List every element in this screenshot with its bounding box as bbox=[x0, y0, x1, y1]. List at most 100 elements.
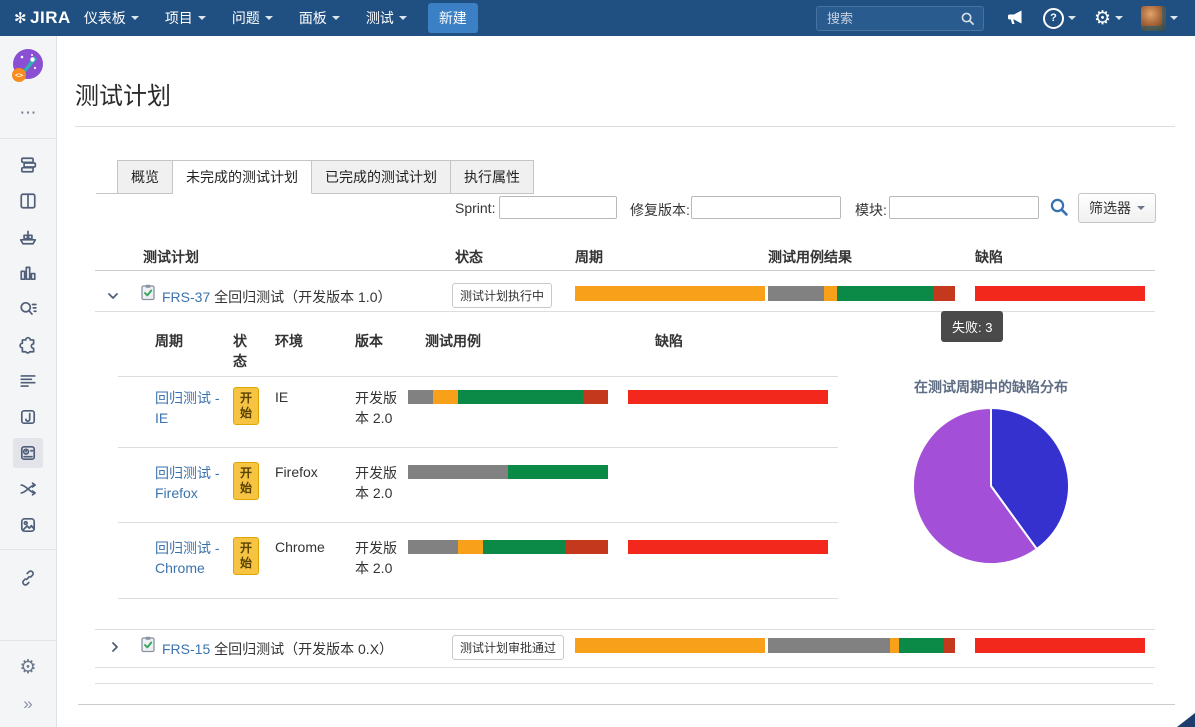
cycle-progress-bar[interactable] bbox=[575, 286, 765, 301]
sidebar-settings-gear-icon[interactable]: ⚙ bbox=[10, 649, 46, 685]
sidebar-divider bbox=[0, 549, 57, 550]
jira-logo[interactable]: ✻ JIRA bbox=[14, 8, 71, 28]
testcase-results-bar[interactable] bbox=[768, 638, 955, 653]
link-icon[interactable] bbox=[10, 560, 46, 596]
test-report-card-icon[interactable] bbox=[13, 438, 43, 468]
chevron-down-icon bbox=[131, 16, 139, 20]
nav-menu-dashboards[interactable]: 仪表板 bbox=[71, 0, 152, 36]
cycle-link[interactable]: 回归测试 - Firefox bbox=[155, 464, 229, 503]
chevron-down-icon bbox=[332, 16, 340, 20]
col-header-defects: 缺陷 bbox=[975, 247, 1003, 267]
defects-bar[interactable] bbox=[975, 286, 1145, 301]
cycle-testcases-bar[interactable] bbox=[408, 390, 608, 404]
sidebar-divider bbox=[0, 138, 57, 139]
testcase-results-bar[interactable] bbox=[768, 286, 955, 301]
tab-execution-attributes[interactable]: 执行属性 bbox=[451, 160, 534, 194]
col-header-plan: 测试计划 bbox=[143, 247, 199, 267]
col-header-status: 状态 bbox=[455, 247, 483, 267]
collapse-expanded-chevron-icon[interactable] bbox=[107, 288, 119, 304]
project-avatar[interactable]: <> bbox=[8, 46, 48, 86]
more-icon[interactable]: ⋯ bbox=[10, 94, 46, 130]
cycle-defects-bar[interactable] bbox=[628, 465, 828, 479]
shuffle-icon[interactable] bbox=[10, 471, 46, 507]
filter-dropdown-button[interactable]: 筛选器 bbox=[1078, 193, 1156, 223]
cycle-col-header-env: 环境 bbox=[275, 331, 303, 351]
col-header-cycle: 周期 bbox=[575, 247, 603, 267]
cycle-col-header-testcases: 测试用例 bbox=[425, 331, 481, 351]
backlog-icon[interactable] bbox=[10, 147, 46, 183]
subrow-divider bbox=[118, 598, 838, 599]
cycle-defects-bar[interactable] bbox=[628, 390, 828, 404]
global-search-input[interactable] bbox=[825, 10, 960, 27]
row-divider bbox=[95, 683, 1153, 684]
sprint-label: Sprint: bbox=[455, 200, 495, 216]
help-menu[interactable]: ? bbox=[1036, 0, 1083, 36]
sprint-input[interactable] bbox=[499, 196, 617, 219]
nav-menu-projects[interactable]: 项目 bbox=[152, 0, 219, 36]
media-image-icon[interactable] bbox=[10, 507, 46, 543]
user-avatar bbox=[1141, 6, 1166, 31]
cycle-col-header-status: 状态 bbox=[233, 331, 249, 372]
nav-menu-issues[interactable]: 问题 bbox=[219, 0, 286, 36]
reports-chart-icon[interactable] bbox=[10, 255, 46, 291]
jira-logo-text: JIRA bbox=[30, 8, 71, 28]
board-icon[interactable] bbox=[10, 183, 46, 219]
chevron-down-icon bbox=[1137, 206, 1145, 210]
cycle-progress-bar[interactable] bbox=[575, 638, 765, 653]
col-header-results: 测试用例结果 bbox=[768, 247, 852, 267]
test-plan-icon bbox=[140, 284, 156, 304]
cycle-defects-bar[interactable] bbox=[628, 540, 828, 554]
defects-bar[interactable] bbox=[975, 638, 1145, 653]
fix-version-input[interactable] bbox=[691, 196, 841, 219]
issue-search-icon[interactable] bbox=[10, 291, 46, 327]
document-card-icon[interactable] bbox=[10, 399, 46, 435]
global-search[interactable] bbox=[816, 6, 984, 31]
table-header-divider bbox=[95, 270, 1155, 271]
tab-overview[interactable]: 概览 bbox=[117, 160, 173, 194]
filter-search-icon[interactable] bbox=[1049, 197, 1069, 217]
title-divider bbox=[75, 126, 1175, 127]
tab-incomplete-test-plans[interactable]: 未完成的测试计划 bbox=[173, 160, 312, 194]
nav-menu-boards[interactable]: 面板 bbox=[286, 0, 353, 36]
test-plan-icon bbox=[140, 636, 156, 656]
bar-tooltip: 失败: 3 bbox=[941, 311, 1003, 342]
search-icon bbox=[960, 11, 975, 26]
cycle-link[interactable]: 回归测试 - IE bbox=[155, 389, 229, 428]
module-input[interactable] bbox=[889, 196, 1039, 219]
admin-settings-menu[interactable]: ⚙ bbox=[1087, 0, 1130, 36]
jira-logo-icon: ✻ bbox=[14, 9, 27, 27]
user-profile-menu[interactable] bbox=[1134, 0, 1185, 36]
cycle-col-header-version: 版本 bbox=[355, 331, 383, 351]
cycle-testcases-bar[interactable] bbox=[408, 540, 608, 554]
plan-title: 全回归测试（开发版本 1.0） bbox=[214, 289, 391, 305]
defect-distribution-pie-chart[interactable] bbox=[911, 406, 1071, 569]
top-nav: ✻ JIRA 仪表板 项目 问题 面板 测试 新建 ? ⚙ bbox=[0, 0, 1195, 36]
addons-puzzle-icon[interactable] bbox=[10, 327, 46, 363]
announcements-button[interactable] bbox=[998, 0, 1032, 36]
chevron-down-icon bbox=[265, 16, 273, 20]
sidebar-expand-icon[interactable]: » bbox=[10, 685, 46, 721]
cycle-link[interactable]: 回归测试 - Chrome bbox=[155, 539, 229, 578]
nav-menu-tests[interactable]: 测试 bbox=[353, 0, 420, 36]
releases-ship-icon[interactable] bbox=[10, 219, 46, 255]
chevron-down-icon bbox=[1115, 16, 1123, 20]
cycle-env: Firefox bbox=[275, 464, 318, 480]
cycle-status-badge: 开始 bbox=[233, 387, 259, 425]
tab-completed-test-plans[interactable]: 已完成的测试计划 bbox=[312, 160, 451, 194]
issue-key-link[interactable]: FRS-37 bbox=[162, 289, 210, 305]
create-button[interactable]: 新建 bbox=[428, 3, 478, 33]
cycle-version: 开发版本 2.0 bbox=[355, 539, 403, 578]
issue-key-link[interactable]: FRS-15 bbox=[162, 641, 210, 657]
row-divider bbox=[95, 629, 1155, 630]
megaphone-icon bbox=[1005, 9, 1025, 27]
expand-collapsed-chevron-icon[interactable] bbox=[110, 640, 120, 656]
text-pages-icon[interactable] bbox=[10, 363, 46, 399]
subrow-divider bbox=[118, 447, 838, 448]
tab-strip: 概览 未完成的测试计划 已完成的测试计划 执行属性 bbox=[96, 160, 534, 194]
section-divider bbox=[78, 704, 1175, 705]
chevron-down-icon bbox=[399, 16, 407, 20]
cycle-testcases-bar[interactable] bbox=[408, 465, 608, 479]
svg-text:<>: <> bbox=[15, 72, 23, 80]
module-label: 模块: bbox=[855, 200, 887, 220]
cycle-version: 开发版本 2.0 bbox=[355, 389, 403, 428]
